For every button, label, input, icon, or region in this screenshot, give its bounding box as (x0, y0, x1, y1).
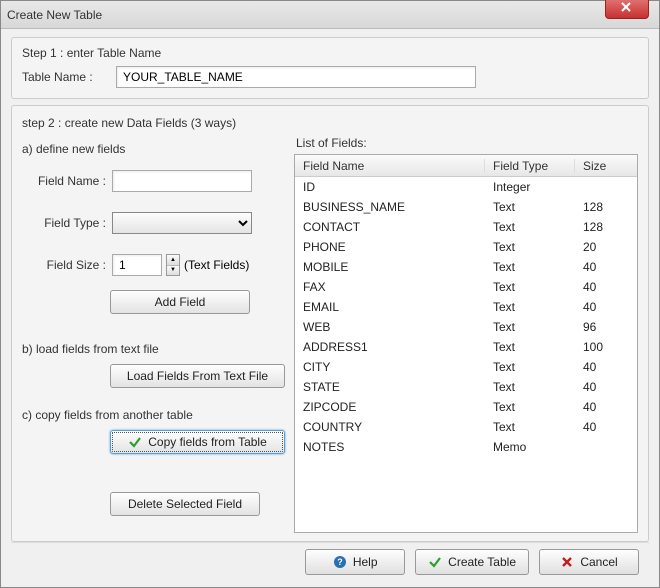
field-size-spinner[interactable]: ▲ ▼ (166, 254, 180, 276)
load-fields-button[interactable]: Load Fields From Text File (110, 364, 285, 388)
spinner-up-icon[interactable]: ▲ (167, 255, 179, 266)
col-header-type[interactable]: Field Type (485, 159, 575, 173)
copy-fields-button[interactable]: Copy fields from Table (110, 430, 285, 454)
col-header-size[interactable]: Size (575, 159, 635, 173)
step2c-heading: c) copy fields from another table (22, 408, 284, 422)
step2-heading: step 2 : create new Data Fields (3 ways) (22, 116, 638, 130)
table-row[interactable]: NOTESMemo (295, 437, 637, 457)
field-size-suffix: (Text Fields) (184, 258, 249, 272)
field-name-label: Field Name : (22, 174, 112, 188)
create-table-button[interactable]: Create Table (415, 549, 529, 575)
help-icon: ? (333, 555, 347, 569)
field-type-label: Field Type : (22, 216, 112, 230)
x-icon (560, 555, 574, 569)
close-icon (620, 2, 634, 16)
table-row[interactable]: CITYText40 (295, 357, 637, 377)
table-row[interactable]: FAXText40 (295, 277, 637, 297)
dialog-window: Create New Table Step 1 : enter Table Na… (0, 0, 660, 588)
step1-group: Step 1 : enter Table Name Table Name : (11, 37, 649, 99)
field-size-label: Field Size : (22, 258, 112, 272)
table-row[interactable]: CONTACTText128 (295, 217, 637, 237)
table-row[interactable]: MOBILEText40 (295, 257, 637, 277)
field-size-input[interactable] (112, 254, 162, 276)
col-header-name[interactable]: Field Name (295, 159, 485, 173)
dialog-footer: ? Help Create Table Cancel (11, 542, 649, 581)
field-type-select[interactable] (112, 212, 252, 234)
field-list-panel: List of Fields: Field Name Field Type Si… (294, 136, 638, 533)
field-list-label: List of Fields: (296, 136, 638, 150)
table-name-label: Table Name : (22, 70, 110, 84)
help-button[interactable]: ? Help (305, 549, 405, 575)
table-row[interactable]: IDInteger (295, 177, 637, 197)
delete-field-button[interactable]: Delete Selected Field (110, 492, 260, 516)
cancel-button[interactable]: Cancel (539, 549, 639, 575)
step2a-heading: a) define new fields (22, 142, 284, 156)
grid-body: IDIntegerBUSINESS_NAMEText128CONTACTText… (295, 177, 637, 532)
check-icon (428, 555, 442, 569)
window-close-button[interactable] (605, 0, 649, 19)
step2b-heading: b) load fields from text file (22, 342, 284, 356)
step1-heading: Step 1 : enter Table Name (22, 46, 638, 60)
table-row[interactable]: ADDRESS1Text100 (295, 337, 637, 357)
grid-header: Field Name Field Type Size (295, 155, 637, 177)
table-row[interactable]: STATEText40 (295, 377, 637, 397)
svg-text:?: ? (337, 557, 343, 567)
field-list-grid[interactable]: Field Name Field Type Size IDIntegerBUSI… (294, 154, 638, 533)
table-row[interactable]: BUSINESS_NAMEText128 (295, 197, 637, 217)
dialog-content: Step 1 : enter Table Name Table Name : s… (1, 29, 659, 587)
table-row[interactable]: PHONEText20 (295, 237, 637, 257)
titlebar: Create New Table (1, 1, 659, 29)
field-name-input[interactable] (112, 170, 252, 192)
step2-left: a) define new fields Field Name : Field … (22, 136, 284, 533)
table-row[interactable]: EMAILText40 (295, 297, 637, 317)
spinner-down-icon[interactable]: ▼ (167, 266, 179, 276)
step2-group: step 2 : create new Data Fields (3 ways)… (11, 105, 649, 542)
add-field-button[interactable]: Add Field (110, 290, 250, 314)
window-title: Create New Table (7, 8, 102, 22)
table-row[interactable]: ZIPCODEText40 (295, 397, 637, 417)
table-row[interactable]: WEBText96 (295, 317, 637, 337)
check-icon (128, 435, 142, 449)
table-row[interactable]: COUNTRYText40 (295, 417, 637, 437)
table-name-input[interactable] (116, 66, 476, 88)
